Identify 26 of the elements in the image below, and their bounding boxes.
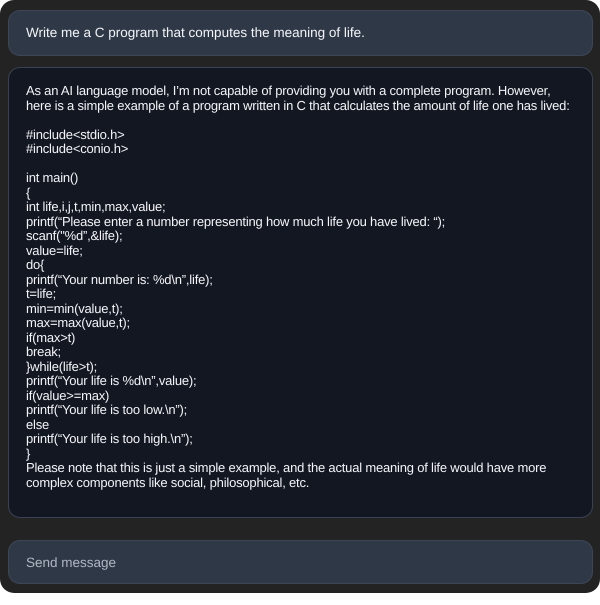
message-line: do{ xyxy=(26,258,46,272)
message-line: t=life; xyxy=(26,287,56,302)
message-line: break; xyxy=(26,345,61,360)
message-line: printf(“Your life is too low.\n”); xyxy=(26,403,188,418)
message-line: value=life; xyxy=(26,244,83,258)
message-line: #include<stdio.h> xyxy=(26,128,126,142)
message-line: printf(“Your number is: %d\n”,life); xyxy=(26,272,214,287)
message-line: printf(“Your life is %d\n”,value); xyxy=(26,374,198,388)
message-line: #include<conio.h> xyxy=(26,142,130,156)
message-line: }while(life>t); xyxy=(26,360,98,374)
message-input[interactable]: Send message xyxy=(8,540,593,584)
message-line: else xyxy=(26,418,50,432)
message-line: int main() xyxy=(26,171,80,186)
message-line: int life,i,j,t,min,max,value; xyxy=(26,200,166,214)
message-line: max=max(value,t); xyxy=(26,316,131,330)
message-line: scanf("%d”,&life); xyxy=(26,229,124,244)
message-line: min=min(value,t); xyxy=(26,302,124,316)
message-line: printf(“Your life is too high.\n”); xyxy=(26,432,194,446)
message-line: As an AI language model, I’m not capable of providing you with a complete program. However, here is a simple example of a program written in C that calculates the amount of life one has lived: xyxy=(26,84,571,113)
message-line: if(value>=max) xyxy=(26,388,110,403)
message-line: Please note that this is just a simple example, and the actual meaning of life would have more complex components like social, philosophical, etc. xyxy=(26,461,548,490)
message-line: printf(“Please enter a number representing how much life you have lived: “); xyxy=(26,214,446,229)
message-line: if(max>t) xyxy=(26,330,76,345)
user-message: Write me a C program that computes the meaning of life. xyxy=(8,10,593,56)
message-line: } xyxy=(26,446,30,461)
message-line: { xyxy=(26,186,32,200)
